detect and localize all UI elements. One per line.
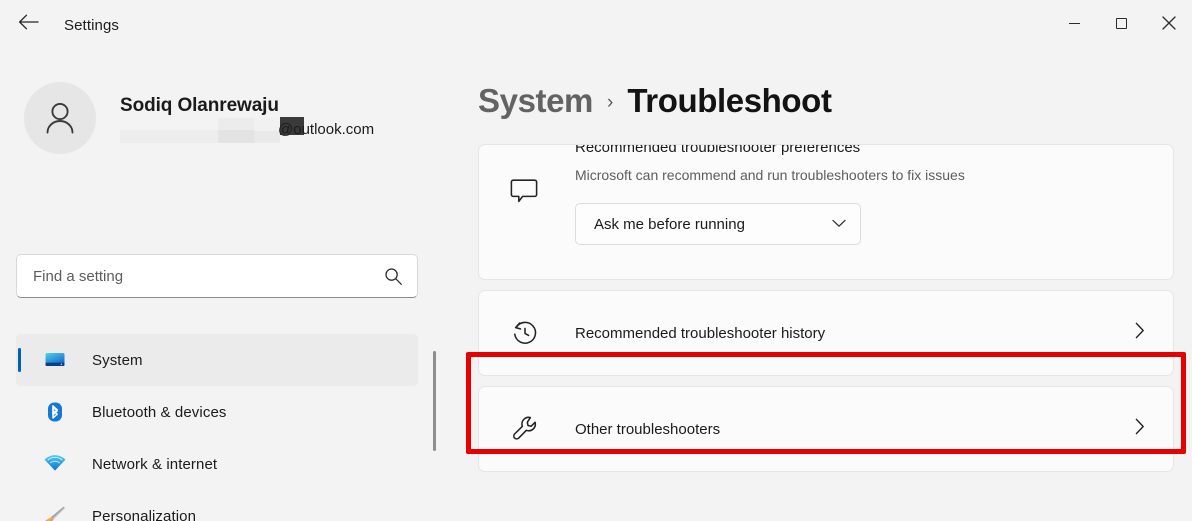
card-other-troubleshooters[interactable]: Other troubleshooters [478, 386, 1174, 472]
app-title: Settings [64, 17, 119, 34]
search-box[interactable] [16, 254, 418, 298]
sidebar-item-label: Personalization [92, 508, 196, 521]
user-profile[interactable]: Sodiq Olanrewaju @outlook.com [24, 82, 400, 154]
search-icon[interactable] [384, 267, 403, 291]
minimize-icon [1069, 23, 1080, 24]
sidebar-scrollbar-thumb[interactable] [433, 351, 436, 451]
paintbrush-icon [42, 503, 68, 521]
sidebar-item-label: System [92, 352, 143, 369]
preferences-title: Recommended troubleshooter preferences [575, 144, 860, 156]
back-button[interactable] [8, 4, 48, 40]
speech-bubble-icon [509, 177, 539, 212]
sidebar: Sodiq Olanrewaju @outlook.com [0, 46, 448, 521]
card-recommended-preferences: Recommended troubleshooter preferences M… [478, 144, 1174, 280]
search-input[interactable] [17, 256, 357, 296]
email-suffix: @outlook.com [278, 121, 374, 138]
recommended-preference-dropdown[interactable]: Ask me before running [575, 203, 861, 245]
title-bar: Settings [0, 0, 1192, 46]
card-label: Other troubleshooters [575, 421, 1135, 438]
sidebar-item-network-internet[interactable]: Network & internet [16, 438, 418, 490]
email-redaction-block [218, 118, 254, 130]
main-content: System › Troubleshoot Recommended troubl… [448, 46, 1192, 521]
dropdown-selected-value: Ask me before running [594, 216, 745, 233]
bluetooth-icon [42, 399, 68, 425]
minimize-button[interactable] [1051, 0, 1098, 46]
history-clock-icon [509, 317, 541, 349]
sidebar-item-label: Network & internet [92, 456, 217, 473]
wrench-icon [509, 413, 541, 445]
email-redaction-block [254, 131, 280, 143]
chevron-right-icon [1135, 322, 1145, 344]
close-button[interactable] [1145, 0, 1192, 46]
avatar [24, 82, 96, 154]
sidebar-item-bluetooth-devices[interactable]: Bluetooth & devices [16, 386, 418, 438]
chevron-down-icon [832, 215, 846, 233]
profile-email: @outlook.com [120, 120, 400, 142]
close-icon [1162, 16, 1176, 30]
monitor-icon [42, 347, 68, 373]
maximize-icon [1116, 18, 1127, 29]
email-redaction-block [120, 130, 218, 143]
maximize-button[interactable] [1098, 0, 1145, 46]
page-title: Troubleshoot [627, 82, 831, 120]
sidebar-nav: System Bluetooth & devices [16, 334, 418, 521]
breadcrumb-parent[interactable]: System [478, 82, 593, 120]
person-icon [40, 98, 80, 138]
window-controls [1051, 0, 1192, 46]
email-redaction-block [254, 118, 280, 131]
card-label: Recommended troubleshooter history [575, 325, 1135, 342]
back-arrow-icon [18, 14, 39, 30]
email-redaction-block [218, 130, 254, 143]
wifi-icon [42, 451, 68, 477]
chevron-right-icon [1135, 418, 1145, 440]
settings-card-list: Recommended troubleshooter preferences M… [478, 144, 1174, 482]
sidebar-item-system[interactable]: System [16, 334, 418, 386]
card-troubleshooter-history[interactable]: Recommended troubleshooter history [478, 290, 1174, 376]
profile-name: Sodiq Olanrewaju [120, 95, 400, 117]
sidebar-item-label: Bluetooth & devices [92, 404, 226, 421]
preferences-description: Microsoft can recommend and run troubles… [575, 167, 965, 183]
chevron-right-icon: › [607, 92, 613, 114]
breadcrumb: System › Troubleshoot [478, 82, 832, 120]
sidebar-item-personalization[interactable]: Personalization [16, 490, 418, 521]
